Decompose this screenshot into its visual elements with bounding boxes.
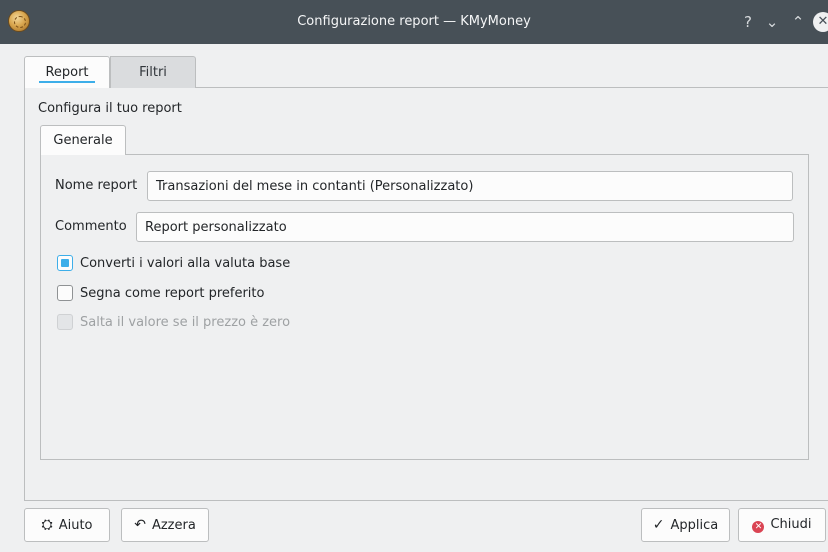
nome-report-field[interactable]: Transazioni del mese in contanti (Person… — [147, 171, 793, 201]
azzera-button[interactable]: ↶ Azzera — [121, 508, 209, 542]
nome-report-label: Nome report — [55, 178, 138, 193]
dialog-window: Configurazione report — KMyMoney ? ⌄ ⌃ ✕… — [0, 0, 828, 552]
salta-prezzo-zero-label: Salta il valore se il prezzo è zero — [80, 315, 291, 330]
aiuto-button-label: Aiuto — [58, 518, 93, 533]
preferito-label: Segna come report preferito — [80, 286, 265, 301]
tab-report-label: Report — [45, 65, 89, 80]
title-bar: Configurazione report — KMyMoney ? ⌄ ⌃ ✕ — [0, 0, 828, 44]
check-icon: ✓ — [652, 517, 665, 533]
tab-report[interactable]: Report — [24, 56, 110, 88]
close-window-icon[interactable]: ✕ — [813, 12, 828, 32]
commento-label: Commento — [55, 219, 127, 234]
aiuto-button[interactable]: ⛭ Aiuto — [24, 508, 110, 542]
salta-prezzo-zero-checkbox — [57, 314, 73, 330]
help-lifebuoy-icon: ⛭ — [41, 517, 53, 533]
azzera-button-label: Azzera — [151, 518, 196, 533]
tab-generale[interactable]: Generale — [40, 125, 126, 155]
reset-icon: ↶ — [134, 517, 146, 533]
help-icon[interactable]: ? — [739, 13, 757, 31]
converti-valuta-label: Converti i valori alla valuta base — [80, 256, 291, 271]
window-title: Configurazione report — KMyMoney — [297, 14, 531, 29]
chiudi-button[interactable]: ✕ Chiudi — [738, 508, 826, 542]
report-heading: Configura il tuo report — [38, 101, 182, 116]
applica-button-label: Applica — [670, 518, 719, 533]
chiudi-button-label: Chiudi — [770, 517, 812, 532]
active-tab-indicator — [39, 81, 95, 83]
tab-filtri-label: Filtri — [139, 65, 167, 80]
tab-filtri[interactable]: Filtri — [110, 56, 196, 88]
maximize-icon[interactable]: ⌃ — [789, 13, 807, 31]
converti-valuta-checkbox[interactable] — [57, 255, 73, 271]
applica-button[interactable]: ✓ Applica — [641, 508, 730, 542]
commento-field[interactable]: Report personalizzato — [136, 212, 794, 242]
preferito-checkbox[interactable] — [57, 285, 73, 301]
minimize-icon[interactable]: ⌄ — [763, 13, 781, 31]
close-icon: ✕ — [752, 521, 765, 533]
